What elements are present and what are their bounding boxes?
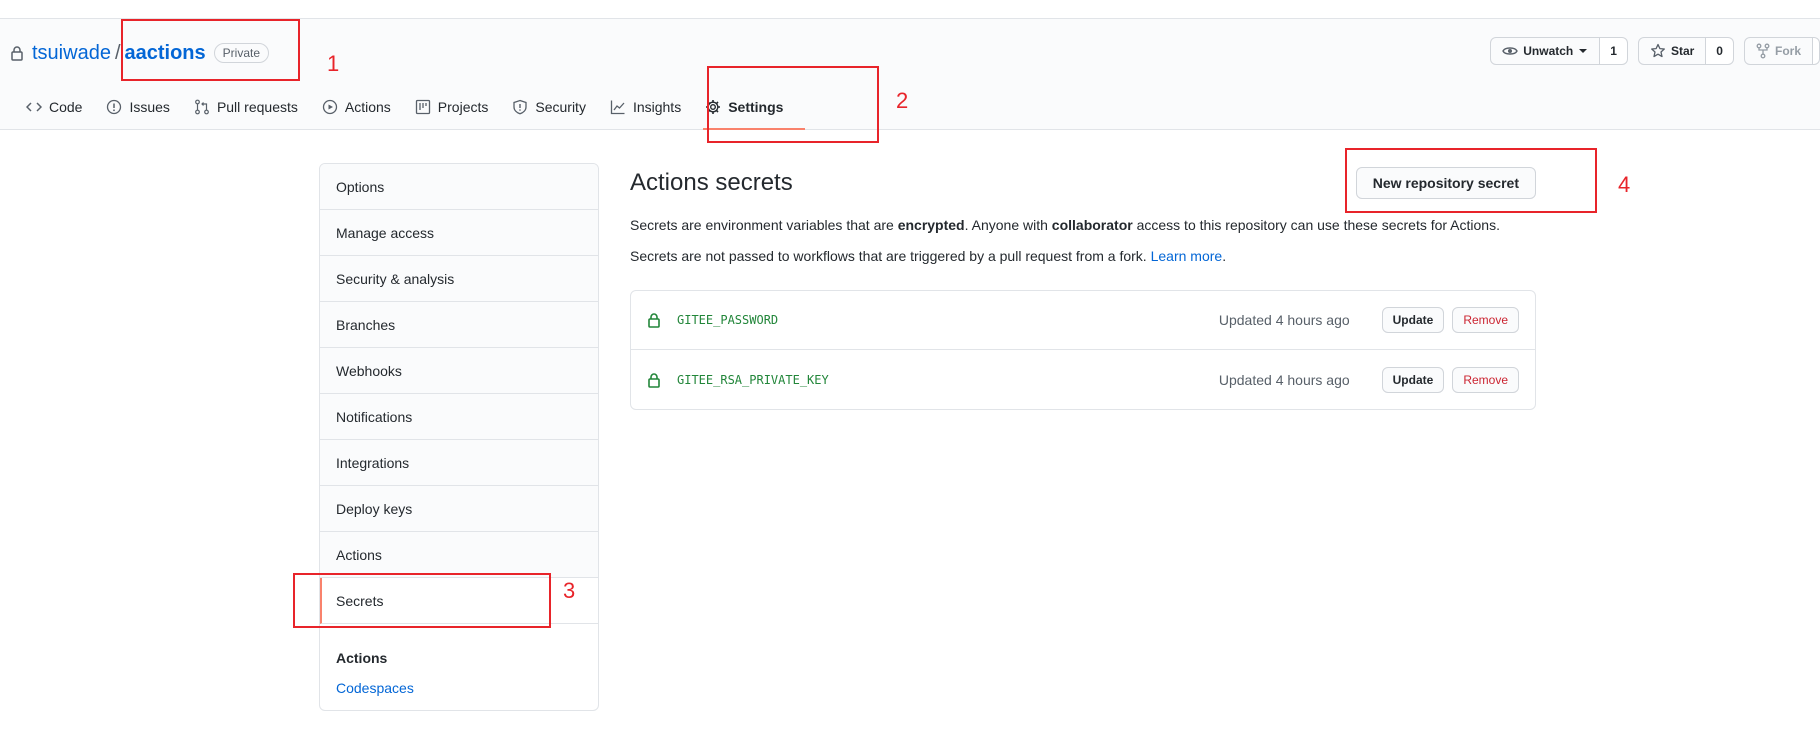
repo-owner-link[interactable]: tsuiwade — [32, 42, 111, 65]
desc-text: access to this repository can use these … — [1132, 217, 1500, 233]
annotation-box-4 — [1345, 148, 1597, 213]
watch-count[interactable]: 1 — [1600, 37, 1628, 65]
fork-icon — [1756, 43, 1770, 59]
menu-item-webhooks[interactable]: Webhooks — [320, 348, 598, 394]
fork-note-text: Secrets are not passed to workflows that… — [630, 248, 1151, 264]
annotation-number-3: 3 — [563, 578, 576, 603]
watch-group: Unwatch 1 — [1490, 37, 1628, 65]
code-icon — [26, 102, 42, 112]
tab-label: Security — [535, 99, 586, 115]
annotation-box-1 — [121, 19, 300, 81]
update-secret-button[interactable]: Update — [1381, 307, 1445, 333]
learn-more-link[interactable]: Learn more — [1151, 248, 1223, 264]
settings-sidebar: Options Manage access Security & analysi… — [319, 163, 599, 711]
fork-note-end: . — [1222, 248, 1227, 264]
fork-group: Fork — [1743, 37, 1820, 65]
star-group: Star 0 — [1637, 37, 1734, 65]
update-secret-button[interactable]: Update — [1381, 366, 1445, 393]
secret-row: GITEE_RSA_PRIVATE_KEY Updated 4 hours ag… — [631, 350, 1535, 409]
annotation-box-2 — [707, 66, 879, 143]
issue-icon — [107, 99, 122, 115]
secret-updated: Updated 4 hours ago — [1218, 312, 1350, 328]
repo-nav-tabs: Code Issues Pull requests Actions Projec… — [14, 87, 806, 130]
tab-code[interactable]: Code — [14, 87, 94, 127]
desc-text: Secrets are environment variables that a… — [630, 217, 898, 233]
menu-item-notifications[interactable]: Notifications — [320, 394, 598, 440]
graph-icon — [610, 100, 625, 115]
secret-row: GITEE_PASSWORD Updated 4 hours ago Updat… — [631, 291, 1535, 350]
fork-count[interactable] — [1813, 37, 1820, 65]
desc-emphasis-encrypted: encrypted — [897, 217, 965, 233]
lock-icon — [648, 372, 660, 388]
tab-security[interactable]: Security — [500, 87, 598, 127]
caret-down-icon — [1579, 49, 1588, 53]
tab-projects[interactable]: Projects — [403, 87, 501, 127]
page-title: Actions secrets — [630, 169, 793, 196]
secret-list: GITEE_PASSWORD Updated 4 hours ago Updat… — [630, 290, 1536, 410]
secret-name: GITEE_RSA_PRIVATE_KEY — [677, 372, 829, 387]
tab-actions[interactable]: Actions — [310, 87, 403, 127]
tab-label: Pull requests — [216, 99, 298, 115]
annotation-number-2: 2 — [896, 88, 909, 113]
menu-item-options[interactable]: Options — [320, 164, 598, 210]
star-icon — [1651, 43, 1665, 58]
fork-label: Fork — [1774, 44, 1801, 58]
tab-label: Projects — [437, 99, 489, 115]
fork-note: Secrets are not passed to workflows that… — [630, 246, 1536, 266]
shield-icon — [513, 99, 528, 115]
secrets-description: Secrets are environment variables that a… — [630, 215, 1536, 235]
tab-label: Issues — [129, 99, 170, 115]
annotation-number-1: 1 — [327, 51, 340, 76]
star-count[interactable]: 0 — [1706, 37, 1734, 65]
unwatch-button[interactable]: Unwatch — [1490, 37, 1601, 65]
repo-head-actions: Unwatch 1 Star 0 Fork — [1490, 37, 1820, 65]
desc-text: . Anyone with — [964, 217, 1052, 233]
tab-pull-requests[interactable]: Pull requests — [182, 87, 310, 127]
sidebar-section-heading: Actions — [336, 650, 388, 666]
secret-name: GITEE_PASSWORD — [677, 313, 779, 327]
tab-label: Code — [49, 99, 83, 115]
project-icon — [415, 99, 430, 115]
tab-label: Insights — [632, 99, 682, 115]
tab-label: Actions — [344, 99, 391, 115]
menu-item-integrations[interactable]: Integrations — [320, 440, 598, 486]
tab-issues[interactable]: Issues — [94, 87, 181, 127]
annotation-box-3 — [293, 573, 551, 628]
menu-item-branches[interactable]: Branches — [320, 302, 598, 348]
menu-item-manage-access[interactable]: Manage access — [320, 210, 598, 256]
lock-icon — [648, 313, 660, 328]
eye-icon — [1502, 47, 1519, 55]
menu-item-actions[interactable]: Actions — [320, 532, 598, 578]
star-button[interactable]: Star — [1637, 37, 1707, 65]
remove-secret-button[interactable]: Remove — [1452, 366, 1519, 393]
secret-updated: Updated 4 hours ago — [1218, 371, 1350, 388]
annotation-number-4: 4 — [1618, 172, 1631, 197]
top-strip — [0, 0, 1820, 19]
menu-item-deploy-keys[interactable]: Deploy keys — [320, 486, 598, 532]
menu-item-security-analysis[interactable]: Security & analysis — [320, 256, 598, 302]
star-label: Star — [1670, 44, 1695, 58]
play-icon — [322, 99, 338, 115]
tab-insights[interactable]: Insights — [598, 87, 693, 127]
unwatch-label: Unwatch — [1523, 44, 1574, 58]
desc-emphasis-collaborator: collaborator — [1051, 217, 1133, 233]
sidebar-link-codespaces[interactable]: Codespaces — [320, 666, 598, 710]
repo-separator: / — [114, 41, 121, 64]
fork-button[interactable]: Fork — [1743, 37, 1813, 65]
remove-secret-button[interactable]: Remove — [1452, 307, 1519, 333]
lock-icon — [11, 46, 23, 61]
pull-request-icon — [195, 99, 209, 115]
